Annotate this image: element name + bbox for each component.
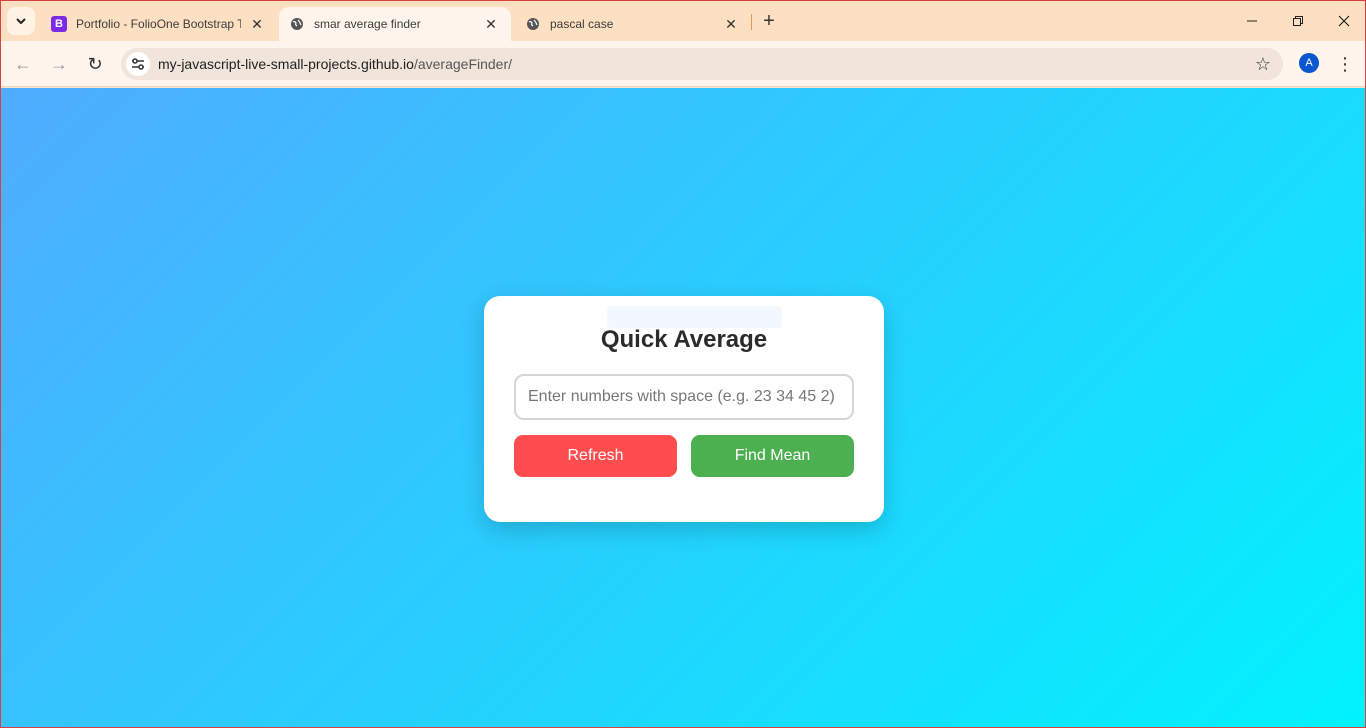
minimize-icon — [1247, 20, 1257, 22]
minimize-button[interactable] — [1229, 1, 1275, 41]
tab-search-button[interactable] — [7, 7, 35, 35]
close-window-button[interactable] — [1321, 1, 1365, 41]
address-bar[interactable]: my-javascript-live-small-projects.github… — [121, 48, 1283, 80]
tune-icon — [132, 58, 144, 70]
tab-separator — [751, 14, 752, 30]
url-path: /averageFinder/ — [413, 56, 513, 72]
tab-title: Portfolio - FolioOne Bootstrap T — [76, 17, 241, 31]
average-card: Quick Average Refresh Find Mean — [484, 296, 884, 522]
tab-pascal-case[interactable]: pascal case ✕ — [515, 7, 751, 41]
tab-portfolio[interactable]: B Portfolio - FolioOne Bootstrap T ✕ — [41, 7, 277, 41]
url-domain: my-javascript-live-small-projects.github… — [158, 56, 414, 72]
tab-title: pascal case — [550, 17, 614, 31]
close-icon[interactable]: ✕ — [721, 14, 741, 34]
browser-window: B Portfolio - FolioOne Bootstrap T ✕ sma… — [0, 0, 1366, 728]
arrow-right-icon: → — [50, 53, 68, 74]
faint-overlay — [607, 306, 782, 328]
numbers-input[interactable] — [514, 374, 854, 420]
bootstrap-b-icon: B — [51, 16, 67, 32]
close-icon[interactable]: ✕ — [481, 14, 501, 34]
close-icon[interactable]: ✕ — [247, 14, 267, 34]
arrow-left-icon: ← — [14, 53, 32, 74]
site-info-button[interactable] — [126, 52, 150, 76]
url-text: my-javascript-live-small-projects.github… — [158, 56, 512, 72]
plus-icon: + — [763, 9, 775, 32]
tab-title: smar average finder — [314, 17, 421, 31]
tab-average-finder[interactable]: smar average finder ✕ — [279, 7, 511, 41]
close-icon — [1338, 15, 1350, 27]
globe-icon — [525, 16, 541, 32]
new-tab-button[interactable]: + — [758, 10, 780, 32]
browser-toolbar: ← → ↻ my-javascript-live-small-projects.… — [1, 41, 1365, 87]
page-title: Quick Average — [600, 326, 768, 353]
back-button[interactable]: ← — [10, 51, 36, 77]
more-vert-icon: ⋮ — [1336, 53, 1354, 74]
browser-menu-button[interactable]: ⋮ — [1335, 51, 1355, 77]
reload-button[interactable]: ↻ — [82, 51, 108, 77]
forward-button[interactable]: → — [46, 51, 72, 77]
restore-icon — [1293, 16, 1303, 26]
profile-avatar[interactable]: A — [1299, 53, 1319, 73]
reload-icon: ↻ — [87, 53, 103, 74]
restore-button[interactable] — [1275, 1, 1321, 41]
refresh-button[interactable]: Refresh — [514, 435, 677, 477]
page-viewport: Quick Average Refresh Find Mean — [1, 88, 1365, 727]
bookmark-star-icon[interactable]: ☆ — [1255, 54, 1271, 75]
chevron-down-icon — [16, 18, 26, 25]
globe-icon — [289, 16, 305, 32]
tab-strip: B Portfolio - FolioOne Bootstrap T ✕ sma… — [1, 1, 1365, 41]
find-mean-button[interactable]: Find Mean — [691, 435, 854, 477]
